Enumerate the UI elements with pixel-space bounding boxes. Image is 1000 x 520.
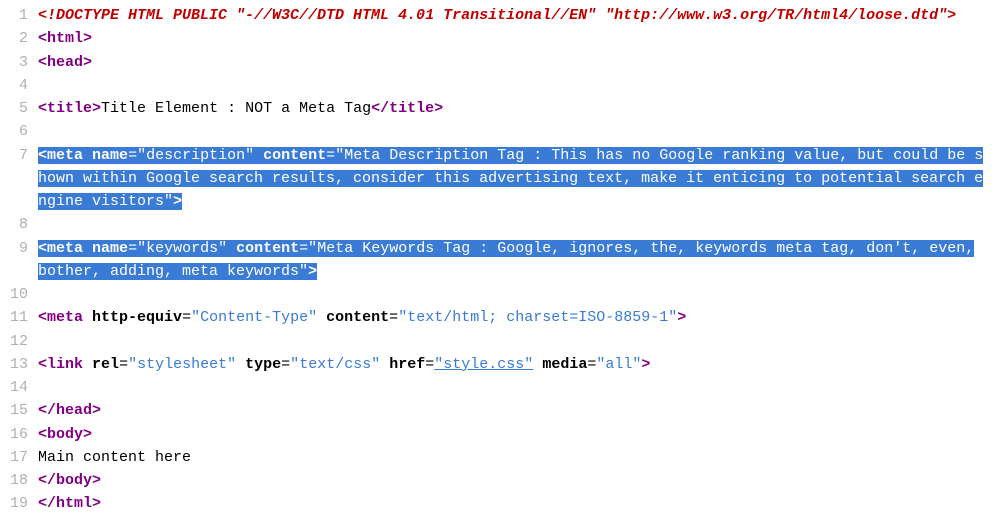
title-text: Title Element : NOT a Meta Tag <box>101 100 371 117</box>
code-line: 2 <html> <box>0 27 1000 50</box>
line-content: </head> <box>38 399 1000 422</box>
code-line: 1 <!DOCTYPE HTML PUBLIC "-//W3C//DTD HTM… <box>0 4 1000 27</box>
line-number: 18 <box>0 469 38 492</box>
attr-value-link: "style.css" <box>434 356 533 373</box>
code-line: 11 <meta http-equiv="Content-Type" conte… <box>0 306 1000 329</box>
code-line: 19 </html> <box>0 492 1000 515</box>
line-content: <body> <box>38 423 1000 446</box>
code-line: 17 Main content here <box>0 446 1000 469</box>
line-number: 3 <box>0 51 38 74</box>
html-close: </html> <box>38 495 101 512</box>
attr-value: "Content-Type" <box>191 309 317 326</box>
line-content: <title>Title Element : NOT a Meta Tag</t… <box>38 97 1000 120</box>
code-block: 1 <!DOCTYPE HTML PUBLIC "-//W3C//DTD HTM… <box>0 4 1000 516</box>
attr: type <box>245 356 281 373</box>
code-line: 9 <meta name="keywords" content="Meta Ke… <box>0 237 1000 284</box>
line-number: 12 <box>0 330 38 353</box>
body-text: Main content here <box>38 449 191 466</box>
line-number: 15 <box>0 399 38 422</box>
link-tag: <link <box>38 356 83 373</box>
tag-open: <html> <box>38 30 92 47</box>
attr-value: "stylesheet" <box>128 356 236 373</box>
attr-value: "text/html; charset=ISO-8859-1" <box>398 309 677 326</box>
head-close: </head> <box>38 402 101 419</box>
line-content: <meta name="keywords" content="Meta Keyw… <box>38 237 1000 284</box>
line-number: 6 <box>0 120 38 143</box>
line-number: 9 <box>0 237 38 260</box>
line-content: </html> <box>38 492 1000 515</box>
tag-open: <head> <box>38 54 92 71</box>
line-content: <head> <box>38 51 1000 74</box>
line-number: 5 <box>0 97 38 120</box>
title-open: <title> <box>38 100 101 117</box>
attr: media <box>542 356 587 373</box>
line-number: 7 <box>0 144 38 167</box>
attr-value: "all" <box>596 356 641 373</box>
line-number: 1 <box>0 4 38 27</box>
code-line: 5 <title>Title Element : NOT a Meta Tag<… <box>0 97 1000 120</box>
attr: rel <box>92 356 119 373</box>
selected-text[interactable]: <meta name="description" content="Meta D… <box>38 147 983 211</box>
title-close: </title> <box>371 100 443 117</box>
code-line: 6 <box>0 120 1000 143</box>
line-number: 10 <box>0 283 38 306</box>
line-content: <meta name="description" content="Meta D… <box>38 144 1000 214</box>
line-number: 8 <box>0 213 38 236</box>
code-line: 14 <box>0 376 1000 399</box>
line-content: Main content here <box>38 446 1000 469</box>
line-content: </body> <box>38 469 1000 492</box>
code-line: 10 <box>0 283 1000 306</box>
meta-tag: <meta <box>38 309 83 326</box>
code-line: 12 <box>0 330 1000 353</box>
code-line: 18 </body> <box>0 469 1000 492</box>
code-line: 7 <meta name="description" content="Meta… <box>0 144 1000 214</box>
tag-end: > <box>641 356 650 373</box>
line-number: 13 <box>0 353 38 376</box>
line-number: 16 <box>0 423 38 446</box>
attr: http-equiv <box>92 309 182 326</box>
attr: href <box>389 356 425 373</box>
line-content: <link rel="stylesheet" type="text/css" h… <box>38 353 1000 376</box>
code-line: 16 <body> <box>0 423 1000 446</box>
line-number: 17 <box>0 446 38 469</box>
code-line: 15 </head> <box>0 399 1000 422</box>
line-number: 19 <box>0 492 38 515</box>
line-content: <meta http-equiv="Content-Type" content=… <box>38 306 1000 329</box>
tag-end: > <box>677 309 686 326</box>
line-number: 2 <box>0 27 38 50</box>
body-close: </body> <box>38 472 101 489</box>
line-content: <html> <box>38 27 1000 50</box>
attr-value: "text/css" <box>290 356 380 373</box>
body-open: <body> <box>38 426 92 443</box>
line-content: <!DOCTYPE HTML PUBLIC "-//W3C//DTD HTML … <box>38 4 1000 27</box>
line-number: 4 <box>0 74 38 97</box>
doctype: <!DOCTYPE HTML PUBLIC "-//W3C//DTD HTML … <box>38 7 956 24</box>
code-line: 13 <link rel="stylesheet" type="text/css… <box>0 353 1000 376</box>
line-number: 14 <box>0 376 38 399</box>
code-line: 3 <head> <box>0 51 1000 74</box>
selected-text[interactable]: <meta name="keywords" content="Meta Keyw… <box>38 240 974 280</box>
attr: content <box>326 309 389 326</box>
line-number: 11 <box>0 306 38 329</box>
code-line: 4 <box>0 74 1000 97</box>
code-line: 8 <box>0 213 1000 236</box>
